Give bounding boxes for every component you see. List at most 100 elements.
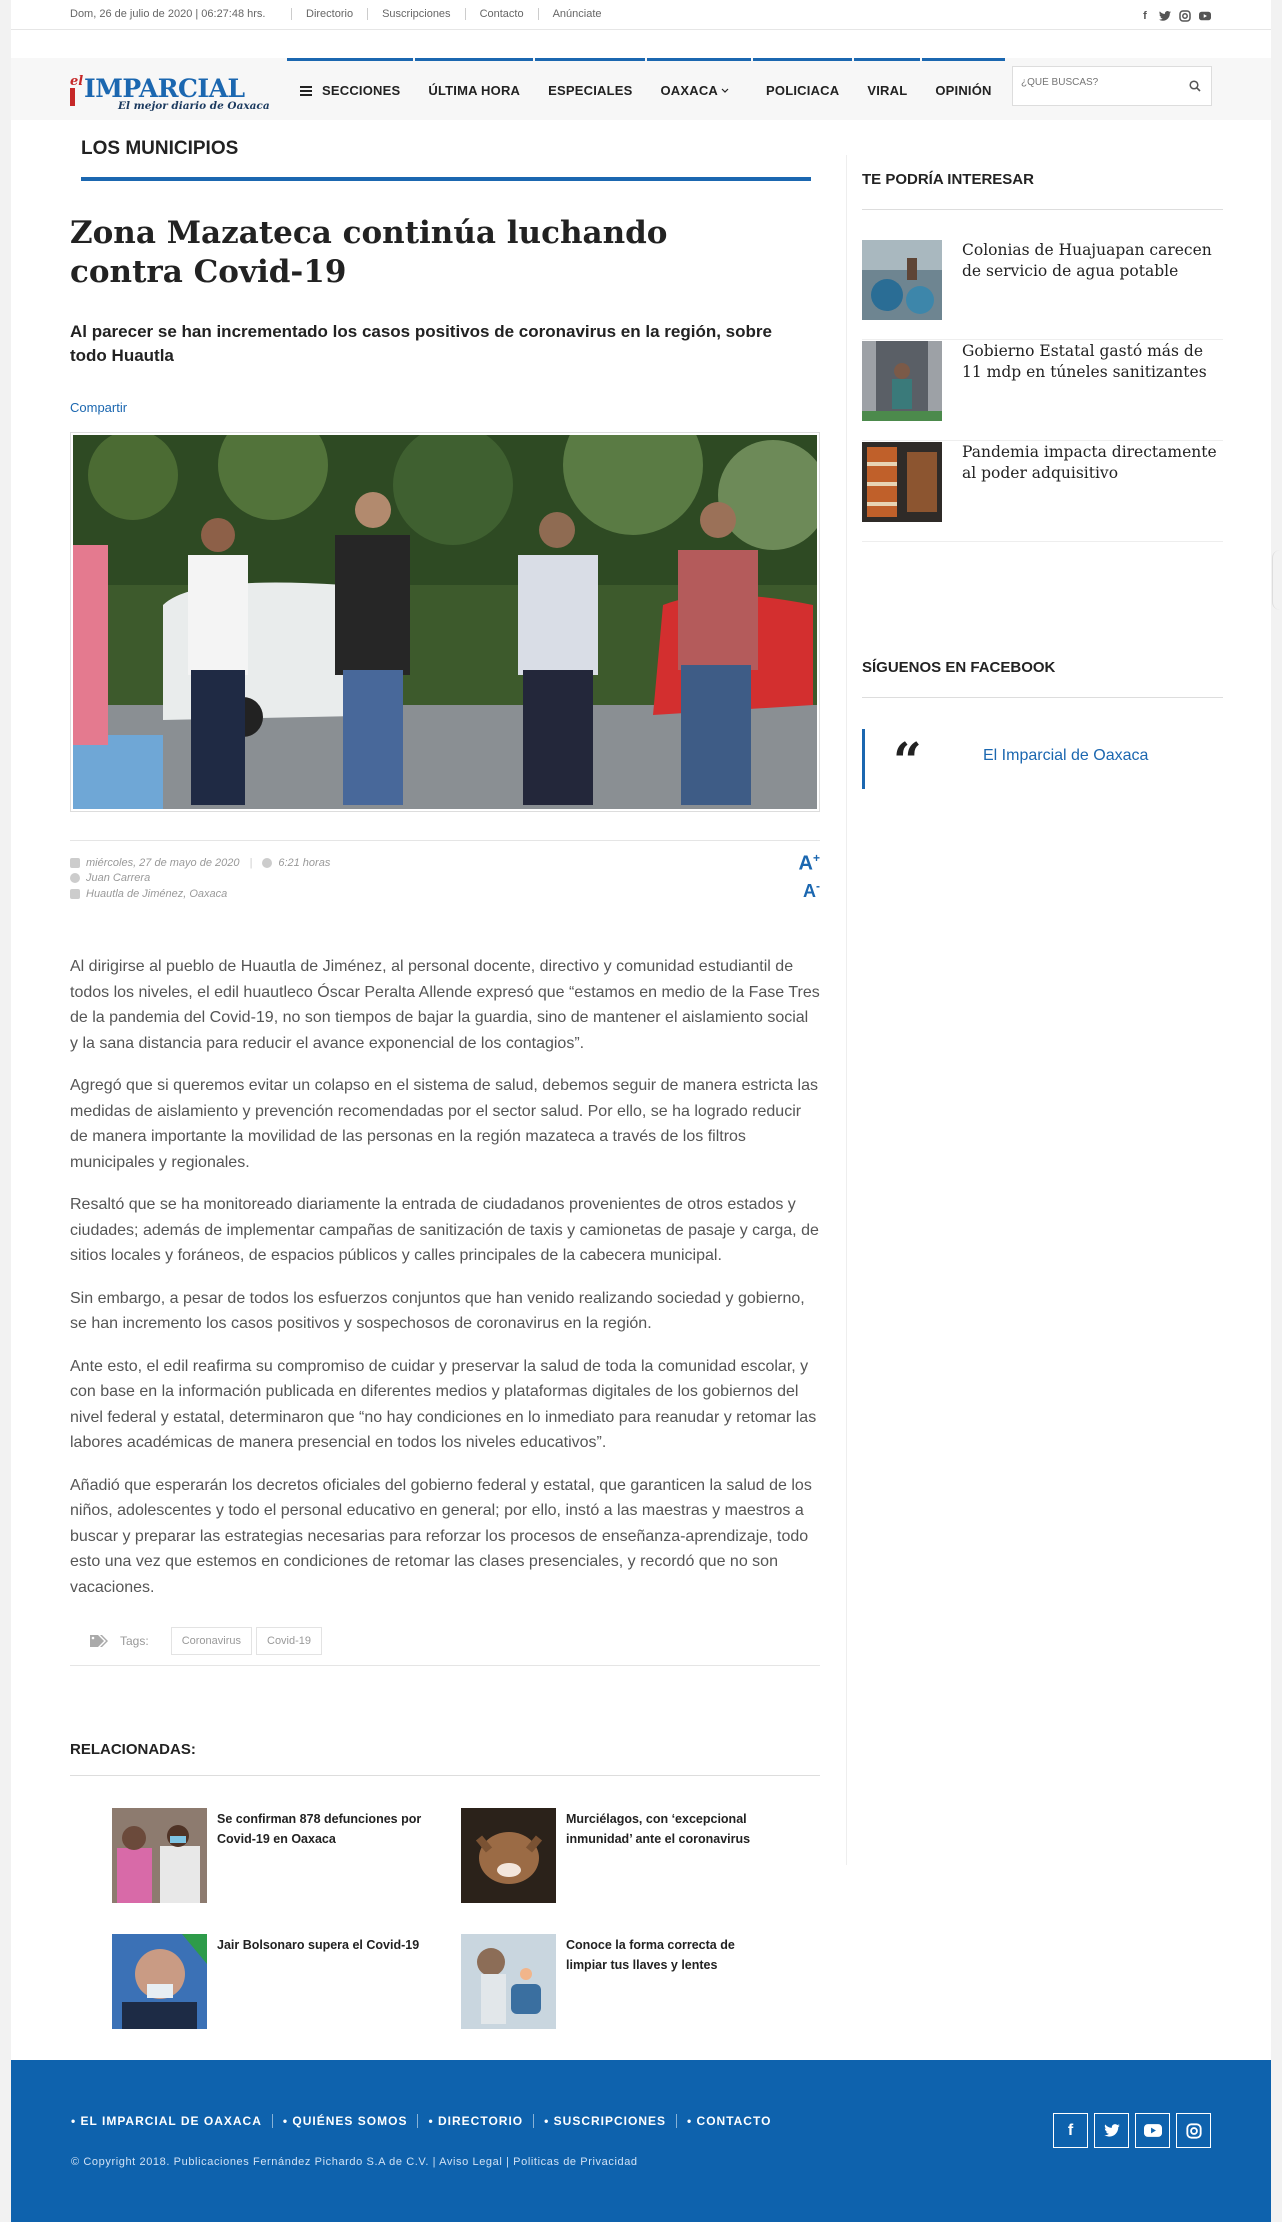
twitter-icon[interactable] [1094,2113,1129,2148]
site-footer: • EL IMPARCIAL DE OAXACA • QUIÉNES SOMOS… [11,2060,1271,2222]
related-thumbnail[interactable] [461,1934,556,2029]
youtube-icon[interactable] [1135,2113,1170,2148]
top-bar: Dom, 26 de julio de 2020 | 06:27:48 hrs.… [11,0,1271,30]
font-increase-button[interactable]: A+ [799,847,820,875]
map-icon [70,889,80,899]
article-author: Juan Carrera [86,872,151,884]
article-title: Zona Mazateca continúa luchando contra C… [70,215,668,290]
font-decrease-button[interactable]: A- [799,875,820,902]
related-item[interactable]: Murciélagos, con ‘excepcional inmunidad’… [461,1808,791,1908]
sidebar-item[interactable]: Gobierno Estatal gastó más de 11 mdp en … [862,341,1223,441]
related-title-text[interactable]: Murciélagos, con ‘excepcional inmunidad’… [566,1810,776,1849]
footer-link-imparcial[interactable]: • EL IMPARCIAL DE OAXACA [71,2114,272,2128]
scroll-tab[interactable] [1272,550,1282,610]
tags-icon [90,1634,108,1647]
article-paragraph: Al dirigirse al pueblo de Huautla de Jim… [70,958,820,1052]
sidebar-thumbnail[interactable] [862,442,942,522]
footer-link-directorio[interactable]: • DIRECTORIO [417,2114,533,2128]
section-underline [81,177,811,181]
search-box [1012,66,1212,106]
quote-icon: “ [893,731,922,790]
search-icon[interactable] [1189,80,1201,92]
search-input[interactable] [1021,77,1171,88]
logo-tagline: El mejor diario de Oaxaca [118,100,270,112]
link-anunciate[interactable]: Anúnciate [537,8,616,20]
sidebar-facebook-title: SÍGUENOS EN FACEBOOK [862,659,1056,676]
related-thumbnail[interactable] [112,1934,207,2029]
nav-especiales[interactable]: ESPECIALES [535,58,646,120]
facebook-icon[interactable]: f [1139,10,1151,22]
meta-location-row: Huautla de Jiménez, Oaxaca [70,888,227,900]
article-paragraph: Sin embargo, a pesar de todos los esfuer… [70,1289,805,1333]
nav-policiaca[interactable]: POLICIACA [753,58,853,120]
sidebar-item[interactable]: Colonias de Huajuapan carecen de servici… [862,240,1223,340]
nav-secciones[interactable]: SECCIONES [287,58,414,120]
share-link[interactable]: Compartir [70,400,127,415]
footer-link-quienes-somos[interactable]: • QUIÉNES SOMOS [271,2114,418,2128]
facebook-widget: “ El Imparcial de Oaxaca [862,729,1223,790]
top-social-icons: f [1139,10,1211,22]
page: Dom, 26 de julio de 2020 | 06:27:48 hrs.… [11,0,1271,2222]
related-item[interactable]: Conoce la forma correcta de limpiar tus … [461,1934,791,2034]
nav-oaxaca[interactable]: OAXACA [647,58,752,120]
article-location: Huautla de Jiménez, Oaxaca [86,888,228,900]
article-date: miércoles, 27 de mayo de 2020 [86,857,240,869]
sidebar-item-title[interactable]: Pandemia impacta directamente al poder a… [962,442,1222,484]
footer-copyright: © Copyright 2018. Publicaciones Fernánde… [71,2156,638,2168]
related-item[interactable]: Se confirman 878 defunciones por Covid-1… [112,1808,442,1908]
nav-secciones-label: SECCIONES [322,83,401,98]
menu-icon [300,84,312,98]
related-thumbnail[interactable] [461,1808,556,1903]
tag-coronavirus[interactable]: Coronavirus [170,1626,252,1655]
link-suscripciones[interactable]: Suscripciones [367,8,464,20]
site-logo[interactable]: el IMPARCIAL El mejor diario de Oaxaca [70,74,280,114]
meta-date-row: miércoles, 27 de mayo de 2020 | 6:21 hor… [70,857,330,869]
article-time: 6:21 horas [278,857,331,869]
link-contacto[interactable]: Contacto [464,8,538,20]
meta-author-row: Juan Carrera [70,872,150,884]
nav-viral[interactable]: VIRAL [854,58,921,120]
link-directorio[interactable]: Directorio [291,8,367,20]
related-title-text[interactable]: Conoce la forma correcta de limpiar tus … [566,1936,776,1975]
clock-icon [262,858,273,868]
chevron-down-icon [721,88,729,93]
related-title-text[interactable]: Jair Bolsonaro supera el Covid-19 [217,1936,427,1956]
sidebar-thumbnail[interactable] [862,240,942,320]
facebook-page-link[interactable]: El Imparcial de Oaxaca [983,747,1148,765]
twitter-icon[interactable] [1159,10,1171,22]
related-item[interactable]: Jair Bolsonaro supera el Covid-19 [112,1934,442,2034]
top-links: Directorio Suscripciones Contacto Anúnci… [291,8,616,20]
sidebar-thumbnail[interactable] [862,341,942,421]
article-paragraph: Añadió que esperarán los decretos oficia… [70,1476,812,1596]
article-photo [70,432,820,812]
instagram-icon[interactable] [1176,2113,1211,2148]
tag-covid-19[interactable]: Covid-19 [256,1626,323,1655]
current-datetime: Dom, 26 de julio de 2020 | 06:27:48 hrs. [70,8,266,20]
related-thumbnail[interactable] [112,1808,207,1903]
section-title[interactable]: LOS MUNICIPIOS [81,138,238,160]
footer-link-contacto[interactable]: • CONTACTO [676,2114,781,2128]
article-body: Al dirigirse al pueblo de Huautla de Jim… [70,954,820,1617]
article-meta: miércoles, 27 de mayo de 2020 | 6:21 hor… [70,840,820,910]
sidebar-item-title[interactable]: Colonias de Huajuapan carecen de servici… [962,240,1222,282]
footer-links: • EL IMPARCIAL DE OAXACA • QUIÉNES SOMOS… [71,2114,781,2128]
logo-prefix: el [70,74,84,89]
font-size-controls: A+ A- [799,847,820,902]
facebook-icon[interactable]: f [1053,2113,1088,2148]
column-divider [846,155,847,1865]
sidebar-interest-title: TE PODRÍA INTERESAR [862,171,1034,188]
footer-link-suscripciones[interactable]: • SUSCRIPCIONES [533,2114,676,2128]
logo-name: IMPARCIAL [84,74,245,103]
sidebar-item-title[interactable]: Gobierno Estatal gastó más de 11 mdp en … [962,341,1222,383]
nav-ultima-hora[interactable]: ÚLTIMA HORA [415,58,534,120]
article-tags: Tags: Coronavirus Covid-19 [70,1616,820,1666]
nav-oaxaca-label: OAXACA [660,83,719,98]
youtube-icon[interactable] [1199,10,1211,22]
footer-social-icons: f [1053,2113,1211,2148]
article-paragraph: Ante esto, el edil reafirma su compromis… [70,1357,817,1452]
instagram-icon[interactable] [1179,10,1191,22]
related-title-text[interactable]: Se confirman 878 defunciones por Covid-1… [217,1810,427,1849]
sidebar-item[interactable]: Pandemia impacta directamente al poder a… [862,442,1223,542]
nav-opinion[interactable]: OPINIÓN [922,58,1005,120]
site-header: el IMPARCIAL El mejor diario de Oaxaca S… [11,58,1271,120]
